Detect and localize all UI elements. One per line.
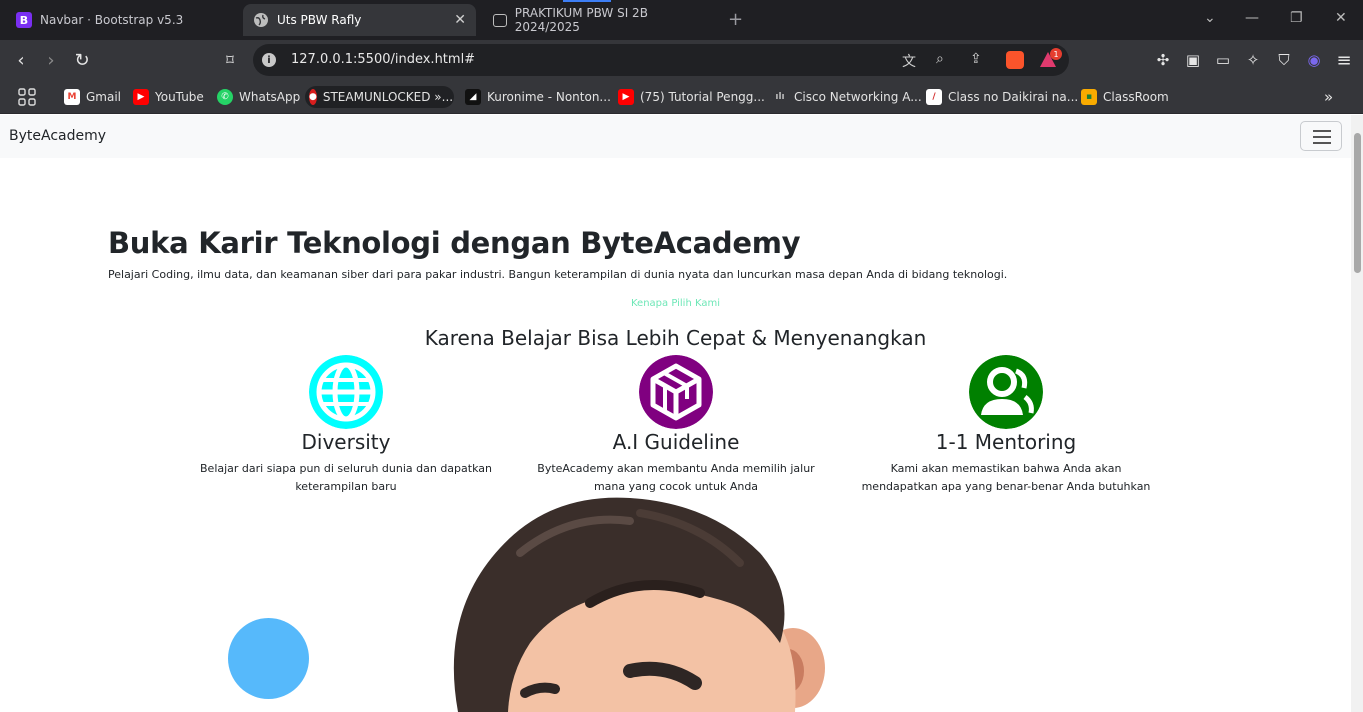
- bookmark-label: Gmail: [86, 90, 122, 104]
- bookmark-kuronime[interactable]: ◢ Kuronime - Nonton...: [461, 86, 615, 108]
- hero-title: Buka Karir Teknologi dengan ByteAcademy: [108, 226, 801, 260]
- globe-icon: [309, 355, 383, 429]
- navbar-toggler-button[interactable]: [1300, 121, 1342, 151]
- vpn-icon[interactable]: ⛉: [1273, 49, 1295, 71]
- wallet-icon[interactable]: ▭: [1212, 49, 1234, 71]
- bookmark-label: YouTube: [155, 90, 204, 104]
- feature-ai-guideline: A.I Guideline ByteAcademy akan membantu …: [526, 355, 826, 496]
- sidebar-icon[interactable]: ▣: [1182, 49, 1204, 71]
- apps-icon[interactable]: [14, 86, 40, 108]
- bookmark-whatsapp[interactable]: ✆ WhatsApp: [213, 86, 304, 108]
- hero-subtitle: Pelajari Coding, ilmu data, dan keamanan…: [108, 268, 1008, 281]
- tab-label: Uts PBW Rafly: [277, 13, 362, 27]
- bootstrap-icon: B: [16, 12, 32, 28]
- feature-mentoring: 1-1 Mentoring Kami akan memastikan bahwa…: [856, 355, 1156, 496]
- steamunlocked-icon: ●: [309, 89, 317, 105]
- browser-toolbar: ‹ › ↻ ⌑ i 127.0.0.1:5500/index.html# 文 ⌕…: [0, 40, 1363, 80]
- page-scrollbar[interactable]: [1351, 115, 1363, 712]
- bookmark-label: Class no Daikirai na...: [948, 90, 1079, 104]
- section-kicker: Kenapa Pilih Kami: [630, 298, 721, 309]
- tab-search-icon[interactable]: ⌄: [1204, 10, 1216, 26]
- whatsapp-icon: ✆: [217, 89, 233, 105]
- bookmark-class-no-daikirai[interactable]: / Class no Daikirai na...: [922, 86, 1082, 108]
- new-tab-icon[interactable]: +: [728, 9, 743, 30]
- tab-label: PRAKTIKUM PBW SI 2B 2024/2025: [514, 6, 648, 34]
- scrollbar-thumb[interactable]: [1354, 133, 1361, 273]
- leo-ai-icon[interactable]: ✧: [1242, 49, 1264, 71]
- rewards-badge: 1: [1050, 48, 1062, 60]
- translate-icon[interactable]: 文: [902, 51, 916, 71]
- cisco-icon: ılı: [775, 92, 785, 102]
- browser-tabstrip: B Navbar · Bootstrap v5.3 Uts PBW Rafly …: [0, 0, 1363, 40]
- feature-title: A.I Guideline: [612, 430, 740, 454]
- address-bar[interactable]: i 127.0.0.1:5500/index.html# 文 ⌕ ⇪ 1: [253, 44, 1069, 76]
- feature-description: Kami akan memastikan bahwa Anda akan men…: [861, 462, 1151, 493]
- feature-title: Diversity: [301, 430, 391, 454]
- bookmark-label: ClassRoom: [1103, 90, 1169, 104]
- hamburger-icon: [1313, 130, 1331, 132]
- url-text[interactable]: 127.0.0.1:5500/index.html#: [291, 52, 475, 67]
- tab-loading-indicator: [563, 0, 611, 2]
- feature-title: 1-1 Mentoring: [935, 430, 1077, 454]
- bookmark-icon[interactable]: ⌑: [219, 49, 241, 71]
- codepen-icon: [639, 355, 713, 429]
- bookmark-label: Cisco Networking A...: [794, 90, 922, 104]
- forward-icon[interactable]: ›: [40, 49, 62, 71]
- bookmark-gmail[interactable]: M Gmail: [60, 86, 125, 108]
- minimize-icon[interactable]: —: [1245, 10, 1259, 26]
- decorative-blue-circle: [228, 618, 309, 699]
- menu-icon[interactable]: ≡: [1333, 49, 1355, 71]
- gmail-icon: M: [64, 89, 80, 105]
- page-viewport: ByteAcademy Buka Karir Teknologi dengan …: [0, 115, 1351, 712]
- bookmark-label: Kuronime - Nonton...: [487, 90, 611, 104]
- youtube-icon: ▶: [133, 89, 149, 105]
- bookmark-classroom[interactable]: ▪ ClassRoom: [1077, 86, 1173, 108]
- share-icon[interactable]: ⇪: [970, 51, 982, 67]
- profile-icon[interactable]: ◉: [1303, 49, 1325, 71]
- extensions-icon[interactable]: ✣: [1152, 49, 1174, 71]
- feature-diversity: Diversity Belajar dari siapa pun di selu…: [196, 355, 496, 496]
- feature-description: ByteAcademy akan membantu Anda memilih j…: [537, 462, 815, 493]
- bookmark-tutorial[interactable]: ▶ (75) Tutorial Pengg...: [614, 86, 769, 108]
- 3d-avatar-illustration: [453, 497, 825, 712]
- site-navbar: ByteAcademy: [0, 115, 1351, 158]
- more-bookmarks-icon[interactable]: »: [1320, 86, 1337, 108]
- maximize-icon[interactable]: ❐: [1290, 10, 1303, 26]
- globe-icon: [253, 12, 269, 28]
- bookmark-label: WhatsApp: [239, 90, 301, 104]
- bookmark-cisco[interactable]: ılı Cisco Networking A...: [768, 86, 926, 108]
- site-info-icon[interactable]: i: [262, 53, 276, 67]
- back-icon[interactable]: ‹: [10, 49, 32, 71]
- tab-label: Navbar · Bootstrap v5.3: [40, 13, 184, 27]
- kuronime-icon: ◢: [465, 89, 481, 105]
- hamburger-line: [1313, 136, 1331, 138]
- bookmark-label: STEAMUNLOCKED »...: [322, 90, 454, 104]
- close-tab-icon[interactable]: ✕: [454, 12, 466, 28]
- tab-bootstrap[interactable]: B Navbar · Bootstrap v5.3: [6, 4, 236, 36]
- classroom-icon: ▪: [1081, 89, 1097, 105]
- navbar-brand[interactable]: ByteAcademy: [9, 128, 106, 144]
- bookmark-label: (75) Tutorial Pengg...: [640, 90, 765, 104]
- tab-praktikum[interactable]: PRAKTIKUM PBW SI 2B 2024/2025: [483, 4, 723, 36]
- section-title: Karena Belajar Bisa Lebih Cepat & Menyen…: [424, 326, 927, 350]
- bookmark-steamunlocked[interactable]: ● STEAMUNLOCKED »...: [305, 86, 454, 108]
- people-icon: [969, 355, 1043, 429]
- hamburger-line: [1313, 142, 1331, 144]
- close-window-icon[interactable]: ✕: [1335, 10, 1347, 26]
- youtube-icon: ▶: [618, 89, 634, 105]
- site-icon: /: [926, 89, 942, 105]
- reload-icon[interactable]: ↻: [71, 49, 93, 71]
- zoom-icon[interactable]: ⌕: [936, 51, 944, 67]
- brave-shields-icon[interactable]: [1006, 51, 1024, 69]
- classroom-icon: [493, 13, 507, 27]
- tab-uts-pbw[interactable]: Uts PBW Rafly ✕: [243, 4, 476, 36]
- feature-description: Belajar dari siapa pun di seluruh dunia …: [200, 462, 492, 493]
- bookmarks-bar: M Gmail ▶ YouTube ✆ WhatsApp ● STEAMUNLO…: [0, 80, 1363, 114]
- bookmark-youtube[interactable]: ▶ YouTube: [129, 86, 208, 108]
